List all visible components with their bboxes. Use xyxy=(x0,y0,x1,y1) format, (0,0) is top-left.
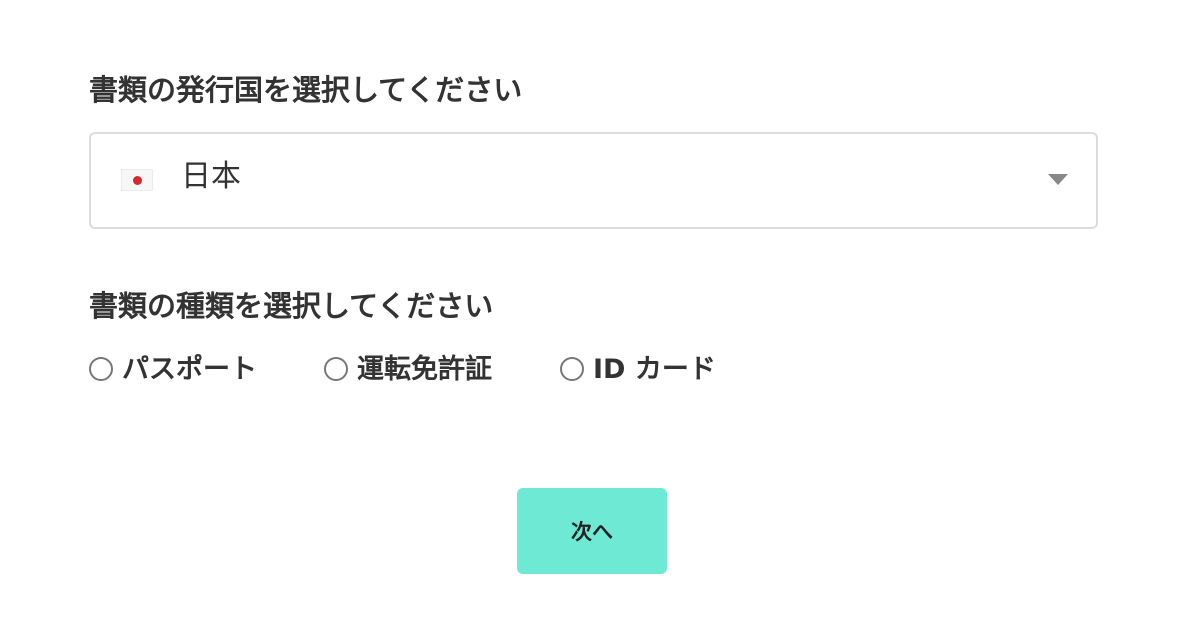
radio-option-id-card[interactable]: ID カード xyxy=(560,352,716,386)
radio-button[interactable] xyxy=(560,357,584,381)
radio-label-passport: パスポート xyxy=(122,353,257,385)
flag-sun xyxy=(133,176,142,185)
radio-button[interactable] xyxy=(324,357,348,381)
radio-label-drivers-license: 運転免許証 xyxy=(357,353,492,385)
japan-flag-icon xyxy=(121,169,153,191)
radio-button[interactable] xyxy=(89,357,113,381)
document-type-section-title: 書類の種類を選択してください xyxy=(89,289,494,323)
document-type-radio-group: パスポート 運転免許証 ID カード xyxy=(89,352,789,386)
chevron-down-icon[interactable] xyxy=(1048,174,1068,185)
country-section-title: 書類の発行国を選択してください xyxy=(89,73,523,107)
selected-country-value: 日本 xyxy=(181,159,241,194)
radio-label-id-card: ID カード xyxy=(593,353,716,385)
radio-option-drivers-license[interactable]: 運転免許証 xyxy=(324,352,492,386)
radio-option-passport[interactable]: パスポート xyxy=(89,352,257,386)
next-button[interactable]: 次へ xyxy=(517,488,667,574)
country-select[interactable]: 日本 xyxy=(89,132,1098,229)
